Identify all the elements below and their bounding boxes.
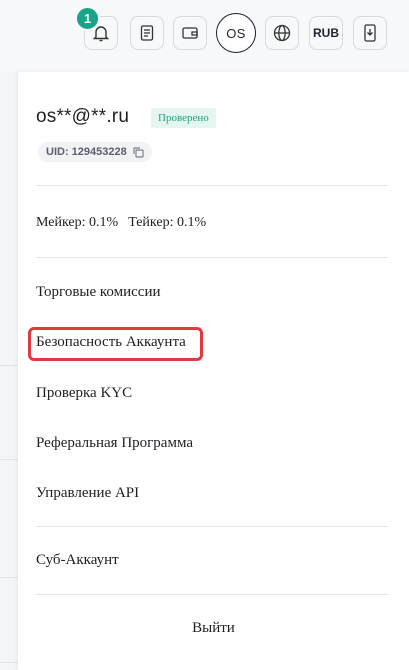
account-email: os**@**.ru (36, 106, 130, 127)
background-page-strip (0, 72, 18, 670)
menu-item-account-security[interactable]: Безопасность Аккаунта (36, 334, 186, 351)
menu-item-sub-account[interactable]: Суб-Аккаунт (36, 552, 119, 569)
orders-button[interactable] (130, 16, 164, 50)
account-dropdown-panel: os**@**.ru Проверено UID: 129453228 Мейк… (18, 72, 409, 670)
currency-button[interactable]: RUB (309, 16, 343, 50)
uid-label: UID: 129453228 (46, 146, 127, 158)
uid-chip[interactable]: UID: 129453228 (38, 142, 152, 162)
divider (0, 459, 18, 460)
menu-item-referral-program[interactable]: Реферальная Программа (36, 435, 193, 452)
divider (0, 662, 18, 663)
copy-icon[interactable] (133, 146, 144, 158)
divider (36, 594, 388, 595)
wallet-button[interactable] (173, 16, 207, 50)
language-button[interactable] (265, 16, 299, 50)
orders-icon (140, 25, 154, 41)
maker-fee: Мейкер: 0.1% (36, 215, 119, 230)
verified-badge: Проверено (151, 108, 216, 128)
menu-item-kyc-verification[interactable]: Проверка KYC (36, 385, 132, 402)
app-download-button[interactable] (353, 16, 387, 50)
top-bar: 1 OS RUB (0, 0, 409, 72)
fee-info: Мейкер: 0.1% Тейкер: 0.1% (36, 215, 206, 231)
divider (36, 257, 388, 258)
menu-item-api-management[interactable]: Управление API (36, 485, 139, 502)
divider (36, 526, 388, 527)
download-icon (364, 24, 376, 42)
user-avatar-button[interactable]: OS (216, 13, 256, 53)
wallet-icon (182, 27, 198, 39)
menu-item-trading-fees[interactable]: Торговые комиссии (36, 284, 161, 301)
logout-button[interactable]: Выйти (18, 620, 409, 637)
taker-fee: Тейкер: 0.1% (128, 215, 207, 230)
divider (0, 365, 18, 366)
globe-icon (273, 24, 291, 42)
divider (0, 577, 18, 578)
divider (36, 185, 388, 186)
notification-count-badge: 1 (75, 6, 100, 31)
